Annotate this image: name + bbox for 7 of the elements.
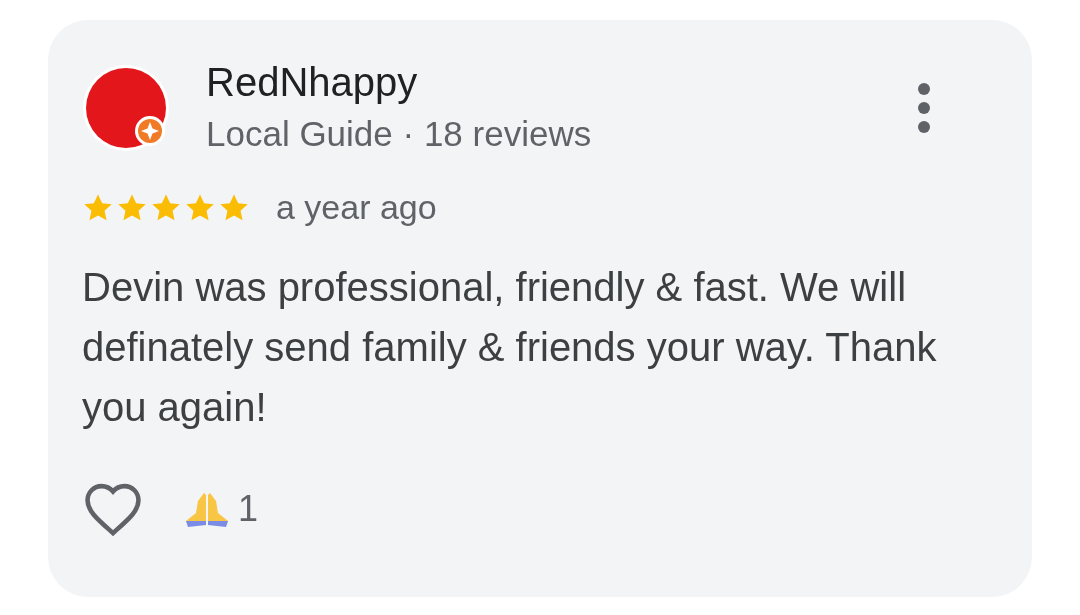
avatar[interactable]	[82, 64, 170, 152]
author-name[interactable]: RedNhappy	[206, 62, 914, 102]
review-time: a year ago	[276, 188, 437, 227]
reaction-count: 1	[238, 488, 259, 530]
author-subtitle: Local Guide · 18 reviews	[206, 114, 593, 154]
heart-icon[interactable]	[82, 481, 144, 537]
review-text: Devin was professional, friendly & fast. We will definately send family & friends your way. Thank you again!	[82, 264, 938, 431]
